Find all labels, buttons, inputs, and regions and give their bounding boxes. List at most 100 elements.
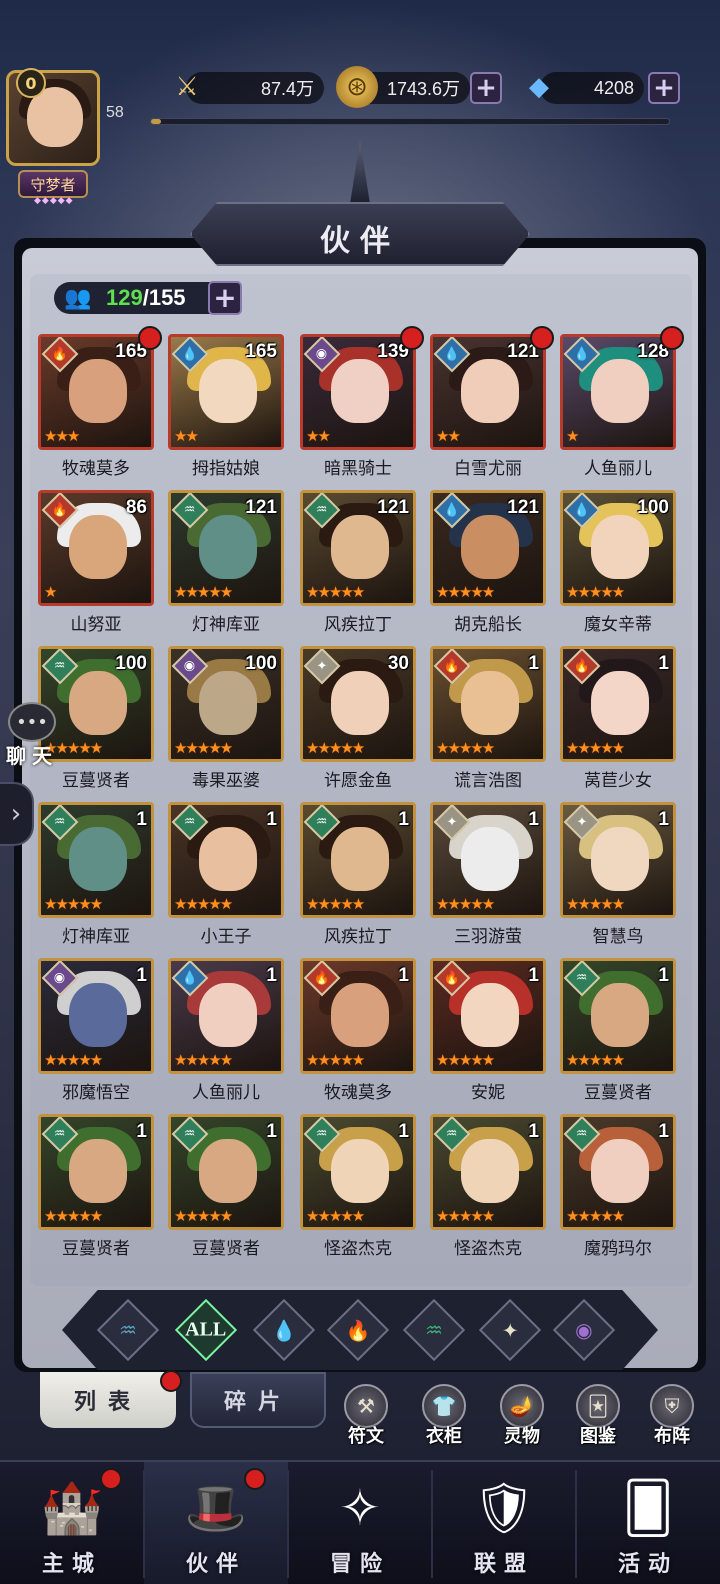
hero-card[interactable]: ◉ 1 ★★★★★ 邪魔悟空 [38,958,154,1108]
player-title-badge[interactable]: 守梦者 ◆◆◆◆◆ [18,170,88,206]
nav-item[interactable]: ✧ 冒险 [288,1462,432,1584]
hero-portrait: ♒ 1 ★★★★★ [168,1114,284,1230]
tool-label: 衣柜 [426,1426,462,1447]
hero-level: 1 [528,1121,539,1142]
hero-name: 毒果巫婆 [192,771,260,791]
player-title: 守梦者 [30,175,76,194]
dark-element-icon: ◉ [575,1317,593,1342]
hero-face [69,359,127,423]
add-gold-button[interactable]: + [470,72,502,104]
hero-card[interactable]: 🔥 86 ★ 山努亚 [38,490,154,640]
hero-card[interactable]: ✦ 1 ★★★★★ 智慧鸟 [560,802,676,952]
hero-face [331,827,389,891]
hero-portrait: ♒ 1 ★★★★★ [168,802,284,918]
hero-card[interactable]: 🔥 165 ★★★ 牧魂莫多 [38,326,162,484]
hero-card[interactable]: 🔥 1 ★★★★★ 莴苣少女 [560,646,676,796]
hero-card[interactable]: 💧 165 ★★ 拇指姑娘 [168,334,284,484]
water-element-icon: 💧 [271,1318,297,1342]
hero-stars: ★★★★★ [436,1207,495,1225]
tool-button[interactable]: ⚒ 符文 [336,1384,396,1450]
filter-all-button[interactable]: ALL [174,1298,238,1362]
hero-card[interactable]: 🔥 1 ★★★★★ 牧魂莫多 [300,958,416,1108]
hero-card[interactable]: ✦ 30 ★★★★★ 许愿金鱼 [300,646,416,796]
hero-card[interactable]: 💧 100 ★★★★★ 魔女辛蒂 [560,490,676,640]
filter-dark-button[interactable]: ◉ [552,1298,616,1362]
nav-item[interactable]: 🛡 联盟 [432,1462,576,1584]
hero-level: 1 [658,653,669,674]
hero-card[interactable]: 💧 128 ★ 人鱼丽儿 [560,326,684,484]
hero-portrait: 🔥 1 ★★★★★ [300,958,416,1074]
hero-name: 牧魂莫多 [62,459,130,479]
nav-item[interactable]: 🎩 伙伴 [144,1462,288,1584]
hero-name: 风疾拉丁 [324,615,392,635]
add-diamond-button[interactable]: + [648,72,680,104]
hero-level: 1 [136,1121,147,1142]
hero-card[interactable]: ♒ 1 ★★★★★ 怪盗杰克 [430,1114,546,1264]
hero-card[interactable]: 💧 121 ★★ 白雪尤丽 [430,326,554,484]
hero-name: 怪盗杰克 [324,1239,392,1259]
hero-face [69,1139,127,1203]
hero-card[interactable]: ♒ 1 ★★★★★ 豆蔓贤者 [168,1114,284,1264]
expand-capacity-button[interactable]: + [208,281,242,315]
hero-level: 1 [658,965,669,986]
hero-face [69,515,127,579]
player-level: 58 [106,104,124,121]
tab-fragments-label: 碎片 [223,1390,292,1415]
hero-card[interactable]: ♒ 121 ★★★★★ 风疾拉丁 [300,490,416,640]
hero-level: 165 [245,341,277,362]
hero-card[interactable]: ♒ 1 ★★★★★ 魔鸦玛尔 [560,1114,676,1264]
filter-water-button[interactable]: 💧 [252,1298,316,1362]
nav-icon: 🛡 [472,1478,536,1537]
hero-card[interactable]: ◉ 139 ★★ 暗黑骑士 [300,326,424,484]
hero-portrait: ♒ 1 ★★★★★ [300,1114,416,1230]
wind-alt-element-icon: ♒ [119,1318,137,1342]
companions-icon: 👥 [64,285,92,311]
hero-card[interactable]: 🔥 1 ★★★★★ 安妮 [430,958,546,1108]
hero-card[interactable]: ♒ 1 ★★★★★ 小王子 [168,802,284,952]
tab-list[interactable]: 列表 [40,1370,182,1428]
hero-portrait: ◉ 1 ★★★★★ [38,958,154,1074]
hero-stars: ★★★★★ [174,1051,233,1069]
hero-card[interactable]: 🔥 1 ★★★★★ 谎言浩图 [430,646,546,796]
hero-level: 1 [398,1121,409,1142]
filter-wind-alt-button[interactable]: ♒ [96,1298,160,1362]
tool-label: 布阵 [654,1426,690,1447]
tool-label: 符文 [348,1426,384,1447]
hero-count: 129/155 [106,285,186,311]
hero-portrait: ♒ 1 ★★★★★ [430,1114,546,1230]
fire-element-icon: 🔥 [345,1318,371,1342]
filter-light-button[interactable]: ✦ [478,1298,542,1362]
hero-stars: ★★★★★ [174,1207,233,1225]
hero-face [461,671,519,735]
chat-label: 聊天 [6,744,58,768]
chat-button[interactable]: ••• 聊天 [6,702,62,768]
hero-card[interactable]: ✦ 1 ★★★★★ 三羽游萤 [430,802,546,952]
hero-face [199,359,257,423]
hero-card[interactable]: 💧 121 ★★★★★ 胡克船长 [430,490,546,640]
tab-fragments[interactable]: 碎片 [190,1372,326,1428]
hero-card[interactable]: ◉ 100 ★★★★★ 毒果巫婆 [168,646,284,796]
tool-button[interactable]: 🃏 图鉴 [568,1384,628,1450]
hero-card[interactable]: ♒ 1 ★★★★★ 豆蔓贤者 [560,958,676,1108]
hero-face [69,983,127,1047]
hero-card[interactable]: ♒ 1 ★★★★★ 风疾拉丁 [300,802,416,952]
filter-wind-button[interactable]: ♒ [402,1298,466,1362]
filter-fire-button[interactable]: 🔥 [326,1298,390,1362]
power-value: 87.4万 [260,79,314,99]
hero-card[interactable]: ♒ 1 ★★★★★ 灯神库亚 [38,802,154,952]
vip-badge: 0 [16,68,46,98]
tool-button[interactable]: 🪔 灵物 [492,1384,552,1450]
gold-coin-icon: ⊛ [336,66,378,108]
side-expand-button[interactable]: › [0,782,34,846]
tool-button[interactable]: 👕 衣柜 [414,1384,474,1450]
hero-card[interactable]: 💧 1 ★★★★★ 人鱼丽儿 [168,958,284,1108]
hero-card[interactable]: ♒ 1 ★★★★★ 豆蔓贤者 [38,1114,154,1264]
hero-card[interactable]: ♒ 1 ★★★★★ 怪盗杰克 [300,1114,416,1264]
hero-level: 1 [398,809,409,830]
nav-item[interactable]: 🂠 活动 [576,1462,720,1584]
tool-button[interactable]: ⛨ 布阵 [642,1384,702,1450]
hero-face [199,983,257,1047]
nav-item[interactable]: 🏰 主城 [0,1462,144,1584]
hero-card[interactable]: ♒ 121 ★★★★★ 灯神库亚 [168,490,284,640]
hero-portrait: 🔥 165 ★★★ [38,334,154,450]
